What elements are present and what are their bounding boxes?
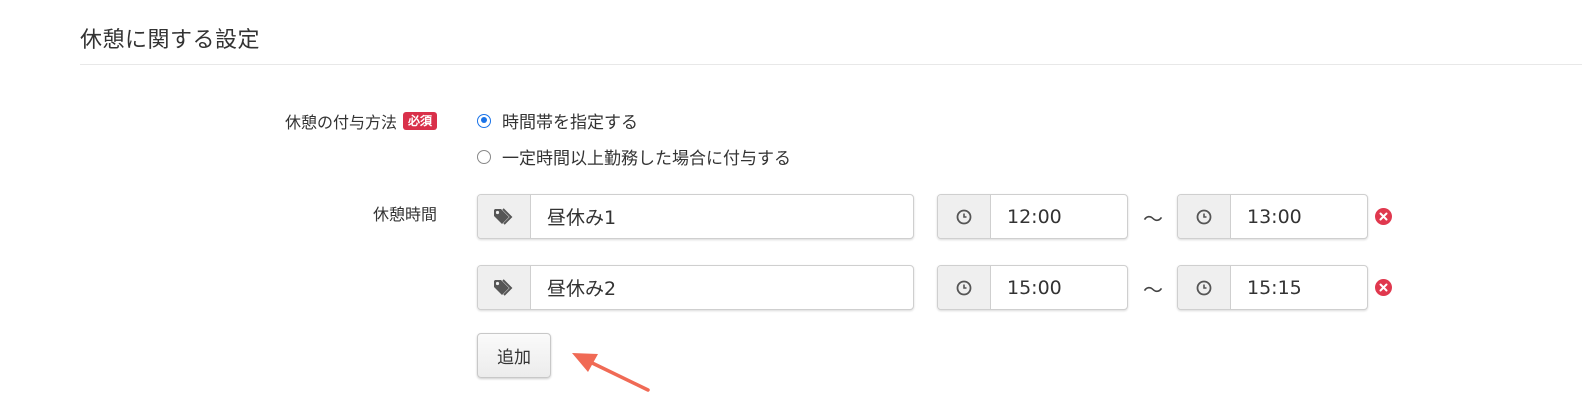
time-range-separator: 〜	[1143, 278, 1163, 302]
time-range-separator: 〜	[1143, 207, 1163, 231]
break-method-label: 休憩の付与方法	[284, 113, 397, 132]
radio-option-label: 時間帯を指定する	[502, 113, 638, 133]
add-break-button[interactable]: 追加	[477, 333, 551, 378]
tag-icon	[478, 195, 531, 238]
break-end-field	[1177, 265, 1368, 310]
break-end-input[interactable]	[1231, 195, 1367, 238]
section-title: 休憩に関する設定	[80, 28, 261, 53]
annotation-arrow-icon	[572, 353, 650, 392]
break-start-input[interactable]	[991, 195, 1127, 238]
radio-option-label: 一定時間以上勤務した場合に付与する	[502, 149, 791, 169]
radio-option-work-duration[interactable]: 一定時間以上勤務した場合に付与する	[477, 144, 791, 169]
clock-icon	[1178, 266, 1231, 309]
radio-option-time-slot[interactable]: 時間帯を指定する	[477, 108, 638, 133]
break-method-label-wrap: 休憩の付与方法 必須	[285, 109, 437, 133]
delete-row-button[interactable]	[1375, 279, 1392, 296]
break-end-input[interactable]	[1231, 266, 1367, 309]
break-start-field	[937, 194, 1128, 239]
break-name-field	[477, 265, 914, 310]
break-time-label: 休憩時間	[372, 205, 437, 224]
close-icon	[1379, 212, 1388, 221]
clock-icon	[938, 266, 991, 309]
break-start-field	[937, 265, 1128, 310]
delete-row-button[interactable]	[1375, 208, 1392, 225]
clock-icon	[938, 195, 991, 238]
radio-button-checked[interactable]	[477, 113, 491, 128]
clock-icon	[1178, 195, 1231, 238]
section-divider	[80, 64, 1582, 65]
break-name-input[interactable]	[531, 195, 913, 238]
tag-icon	[478, 266, 531, 309]
break-end-field	[1177, 194, 1368, 239]
radio-button[interactable]	[477, 149, 491, 164]
close-icon	[1379, 283, 1388, 292]
break-start-input[interactable]	[991, 266, 1127, 309]
required-badge: 必須	[402, 112, 437, 130]
break-name-field	[477, 194, 914, 239]
break-name-input[interactable]	[531, 266, 913, 309]
